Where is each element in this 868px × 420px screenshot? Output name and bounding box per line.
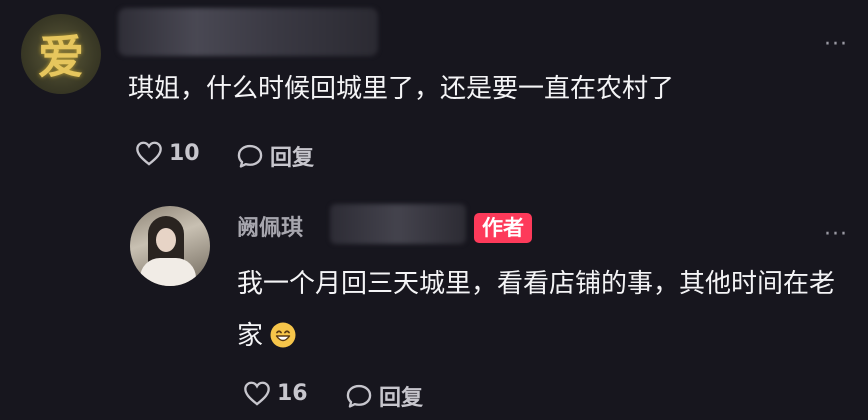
reply-text-content: 我一个月回三天城里，看看店铺的事，其他时间在老家: [237, 269, 836, 351]
author-badge: 作者: [474, 213, 532, 243]
reply-button[interactable]: 回复: [345, 380, 423, 412]
heart-outline-icon: [244, 381, 270, 406]
like-button[interactable]: 10: [135, 140, 200, 166]
chat-bubble-icon: [346, 384, 372, 408]
reply-target-blurred: [330, 204, 466, 244]
comment-text: 琪姐，什么时候回城里了，还是要一直在农村了: [128, 74, 675, 104]
more-options-icon[interactable]: ···: [824, 34, 848, 56]
heart-outline-icon: [136, 141, 162, 166]
like-count: 10: [169, 140, 200, 166]
reply-label: 回复: [379, 386, 424, 411]
more-options-icon[interactable]: ···: [824, 224, 848, 246]
grinning-face-emoji: [270, 322, 296, 347]
reply-label: 回复: [270, 146, 315, 171]
author-avatar[interactable]: [130, 206, 210, 286]
chat-bubble-icon: [237, 144, 263, 168]
commenter-username-blurred[interactable]: [118, 8, 378, 56]
reply-text: 我一个月回三天城里，看看店铺的事，其他时间在老家: [237, 258, 837, 362]
avatar-glyph: 爱: [38, 30, 84, 84]
like-button[interactable]: 16: [243, 380, 308, 406]
like-count: 16: [277, 380, 308, 406]
reply-button[interactable]: 回复: [236, 140, 314, 172]
author-username[interactable]: 阙佩琪: [237, 210, 303, 242]
commenter-avatar[interactable]: 爱: [21, 14, 101, 94]
